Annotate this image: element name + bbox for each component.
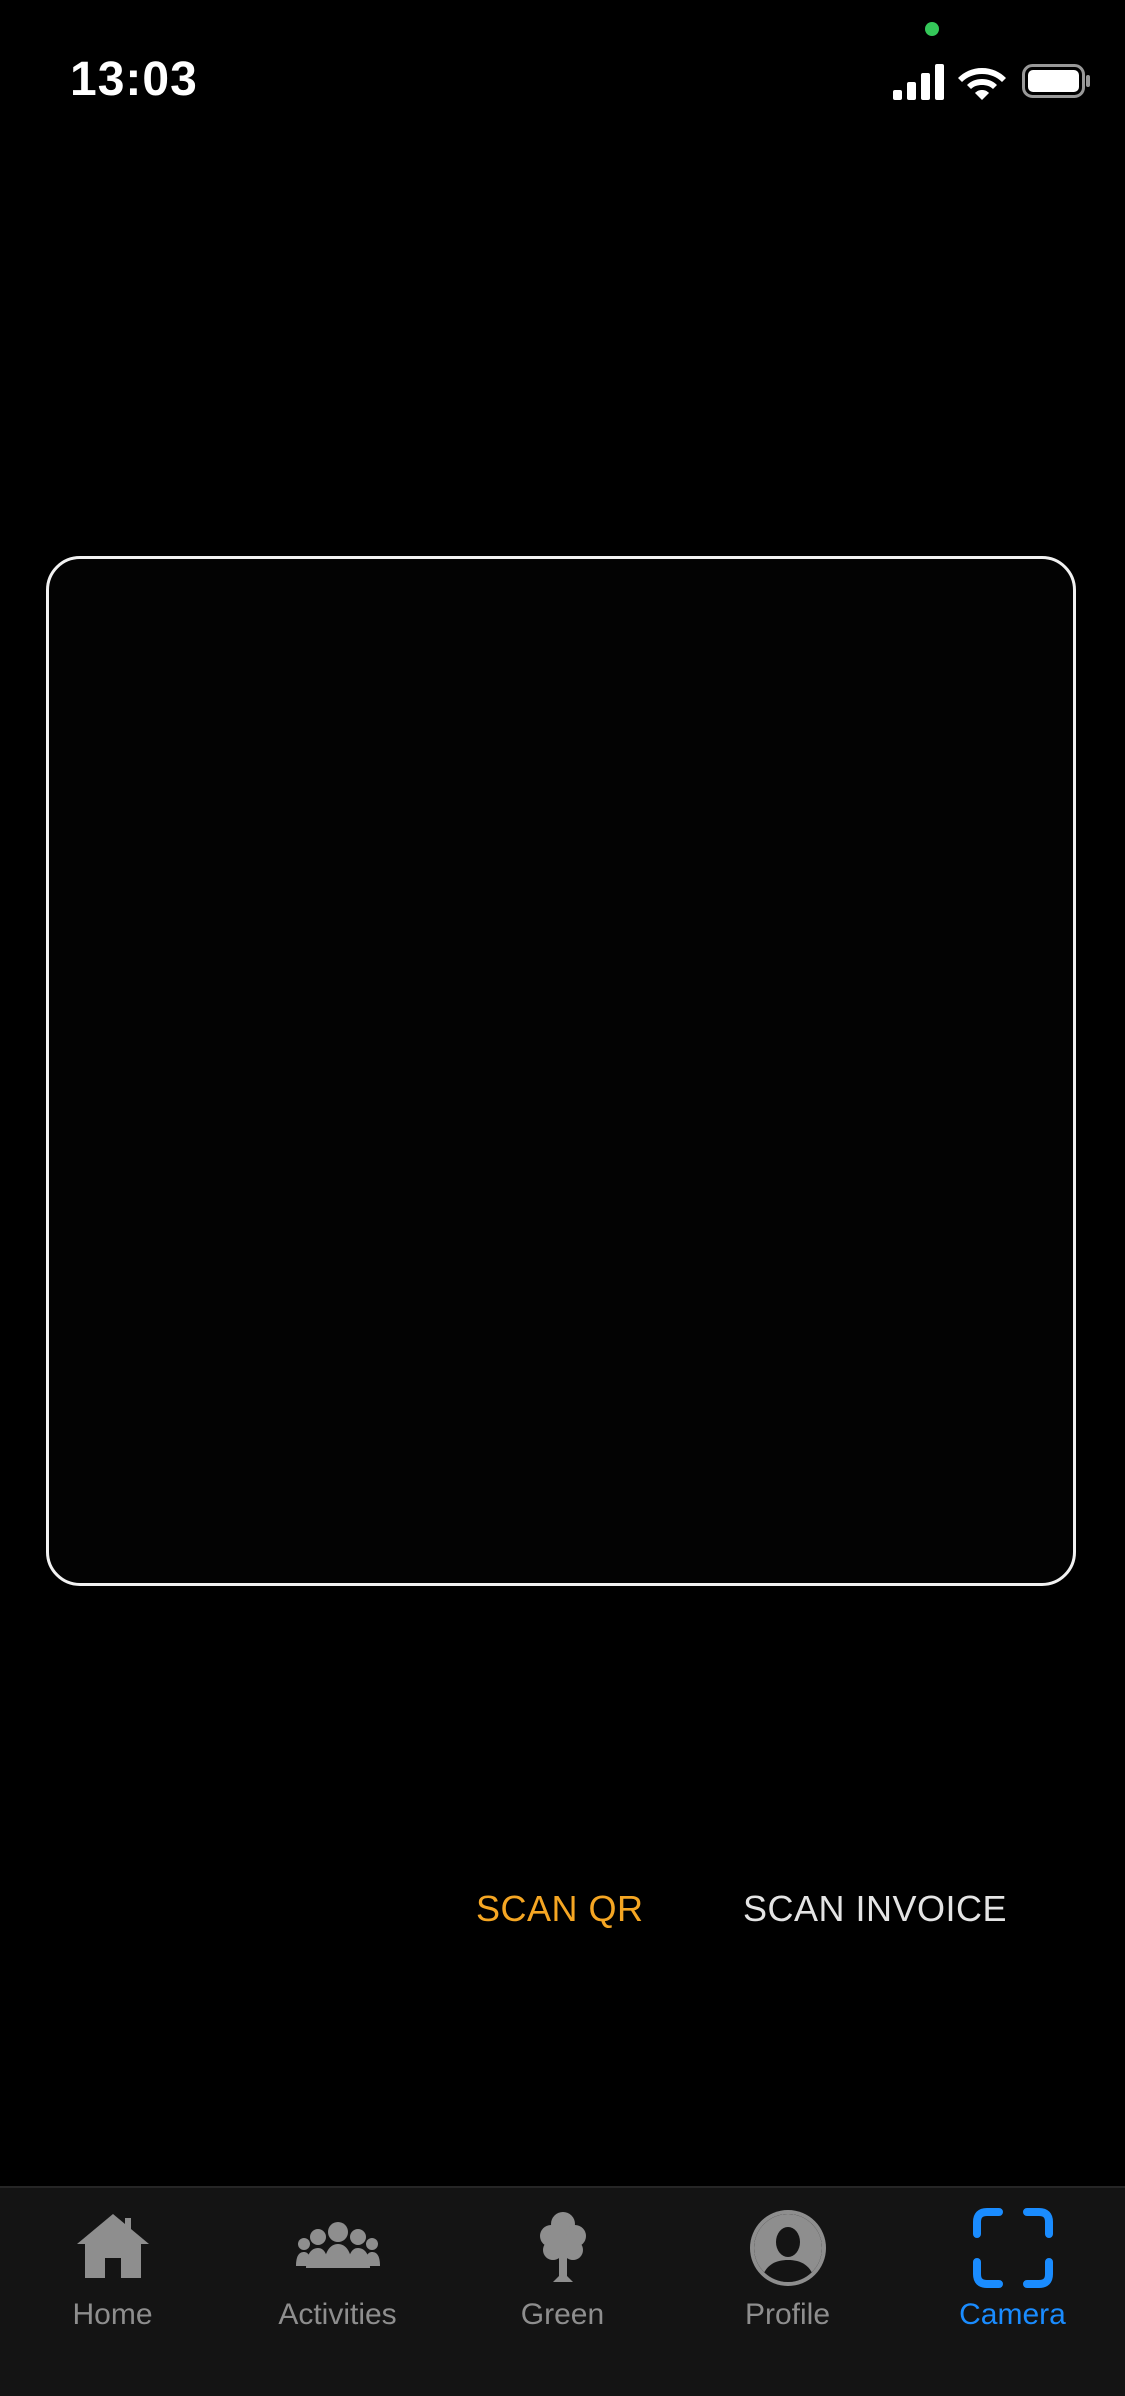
tab-home-label: Home — [72, 2298, 153, 2331]
profile-icon — [749, 2210, 826, 2286]
tab-green[interactable]: Green — [450, 2188, 675, 2368]
tab-camera-label: Camera — [959, 2298, 1066, 2331]
cellular-signal-icon — [893, 64, 944, 100]
status-time: 13:03 — [70, 53, 198, 106]
tree-icon — [539, 2212, 586, 2282]
group-icon — [295, 2222, 380, 2268]
tab-activities[interactable]: Activities — [225, 2188, 450, 2368]
privacy-indicator-dot — [925, 22, 939, 36]
tab-profile[interactable]: Profile — [675, 2188, 900, 2368]
tab-profile-label: Profile — [744, 2298, 831, 2331]
tab-bar: Home Activities Green Profile Camera — [0, 2186, 1125, 2396]
tab-green-label: Green — [520, 2298, 605, 2331]
scan-invoice-mode[interactable]: SCAN INVOICE — [743, 1888, 1007, 1930]
home-icon — [76, 2214, 149, 2278]
scan-viewfinder-frame — [46, 556, 1076, 1586]
status-bar: 13:03 — [0, 0, 1125, 140]
tab-home[interactable]: Home — [0, 2188, 225, 2368]
tab-activities-label: Activities — [278, 2298, 397, 2331]
scan-qr-mode[interactable]: SCAN QR — [476, 1888, 644, 1930]
tab-camera[interactable]: Camera — [900, 2188, 1125, 2368]
wifi-icon — [958, 68, 1006, 100]
scan-mode-switcher: SCAN QR SCAN INVOICE — [0, 1888, 1125, 1944]
camera-scan-icon — [972, 2208, 1053, 2288]
battery-icon — [1022, 64, 1090, 98]
